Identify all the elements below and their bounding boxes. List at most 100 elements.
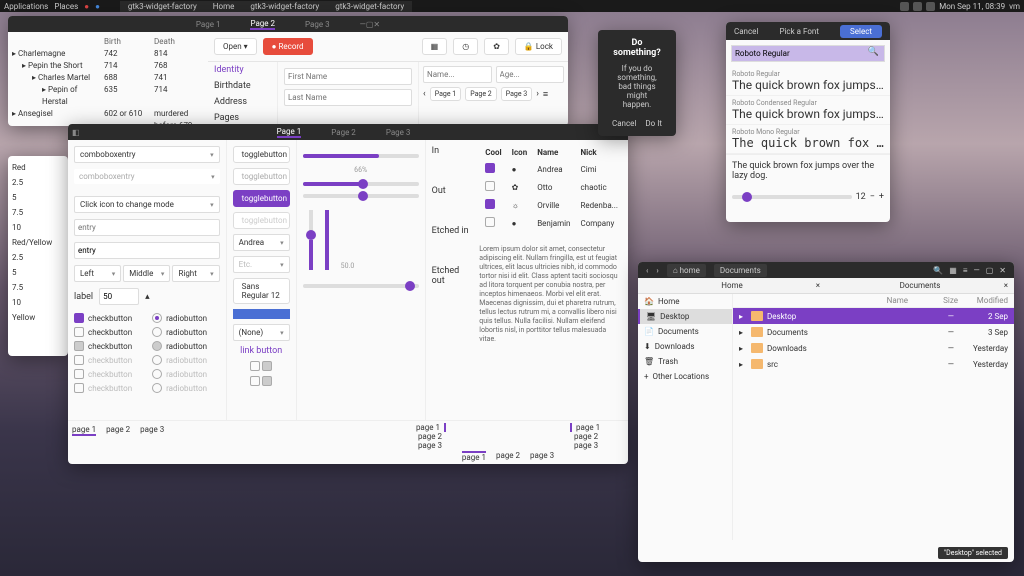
open-button[interactable]: Open ▾ — [214, 38, 257, 55]
menu-icon[interactable]: ≡ — [963, 266, 968, 275]
task-3[interactable]: gtk3-widget-factory — [327, 1, 412, 12]
pill-page2[interactable]: Page 2 — [465, 87, 497, 101]
tree-node[interactable]: ▸ Pepin the Short — [12, 60, 104, 72]
user-menu[interactable]: vm — [1009, 2, 1020, 11]
size-inc-icon[interactable]: + — [879, 192, 884, 202]
table-row[interactable]: ☼OrvilleRedenba... — [481, 197, 622, 213]
close-tab-icon[interactable]: × — [816, 281, 820, 290]
chev-left-icon[interactable]: ‹ — [423, 89, 426, 99]
tab-page2[interactable]: Page 2 — [250, 19, 275, 30]
scale-3[interactable] — [303, 284, 419, 288]
tree-node[interactable]: ▸ Pepin of Herstal — [12, 84, 104, 108]
tool-btn[interactable]: ✿ — [484, 38, 509, 55]
tab-p2[interactable]: page 2 — [570, 432, 626, 441]
table-row[interactable]: ●AndreaCimi — [481, 161, 622, 177]
fm-side-item[interactable]: +Other Locations — [638, 369, 732, 384]
checkbox[interactable] — [74, 313, 84, 323]
checkbox[interactable] — [74, 327, 84, 337]
lastname-input[interactable] — [284, 89, 412, 106]
detail-address[interactable]: Address — [208, 94, 277, 110]
switch[interactable] — [250, 361, 260, 371]
table-row[interactable]: ✿Ottochaotic — [481, 179, 622, 195]
menu-places[interactable]: Places — [54, 2, 78, 11]
size-dec-icon[interactable]: − — [870, 192, 875, 202]
expand-icon[interactable]: ▸ — [739, 360, 747, 369]
crumb-documents[interactable]: Documents — [714, 264, 767, 277]
spin-up-icon[interactable]: ▴ — [145, 292, 150, 302]
expand-icon[interactable]: ▸ — [739, 328, 747, 337]
menu-applications[interactable]: Applications — [4, 2, 48, 11]
fm-side-item[interactable]: 🏠Home — [638, 294, 732, 309]
table-row[interactable]: ●BenjaminCompany — [481, 215, 622, 231]
people-table[interactable]: CoolIconNameNick ●AndreaCimi✿Ottochaotic… — [479, 144, 624, 233]
align-right[interactable]: Right — [172, 265, 219, 282]
close-icon[interactable]: ✕ — [373, 20, 380, 29]
fwd-icon[interactable]: › — [656, 266, 658, 275]
link-button[interactable]: link button — [233, 346, 290, 356]
checkbox[interactable] — [74, 341, 84, 351]
mode-combo[interactable]: Click icon to change mode — [74, 196, 220, 213]
tab-p1[interactable]: page 1 — [72, 425, 96, 436]
tab-p2[interactable]: page 2 — [390, 432, 446, 441]
back-icon[interactable]: ‹ — [646, 266, 648, 275]
combo-1[interactable]: comboboxentry — [74, 146, 220, 163]
select-button[interactable]: Select — [840, 25, 882, 38]
fm-side-item[interactable]: 📄Documents — [638, 324, 732, 339]
fm-row[interactable]: ▸Documents—3 Sep — [733, 324, 1014, 340]
tab-p3[interactable]: page 3 — [570, 441, 626, 450]
radio[interactable] — [152, 327, 162, 337]
detail-identity[interactable]: Identity — [208, 62, 277, 78]
switch[interactable] — [250, 376, 260, 386]
fm-side-item[interactable]: ⬇Downloads — [638, 339, 732, 354]
tab-p2[interactable]: page 2 — [496, 451, 520, 462]
fm-row[interactable]: ▸Desktop—2 Sep — [733, 308, 1014, 324]
task-0[interactable]: gtk3-widget-factory — [120, 1, 205, 12]
expand-icon[interactable]: ▸ — [739, 312, 747, 321]
firstname-input[interactable] — [284, 68, 412, 85]
file-button[interactable]: (None) — [233, 324, 290, 341]
view-icon[interactable]: ▦ — [949, 266, 957, 275]
tab-page3[interactable]: Page 3 — [305, 20, 330, 29]
expand-icon[interactable]: ▸ — [739, 344, 747, 353]
font-button[interactable]: Sans Regular 12 — [233, 278, 290, 304]
cancel-button[interactable]: Cancel — [734, 27, 758, 36]
age-filter[interactable] — [496, 66, 565, 83]
radio[interactable] — [152, 313, 162, 323]
task-2[interactable]: gtk3-widget-factory — [242, 1, 327, 12]
toggle-button[interactable]: togglebutton — [233, 146, 290, 163]
font-search-input[interactable] — [731, 45, 885, 62]
cancel-button[interactable]: Cancel — [612, 119, 636, 128]
pill-page1[interactable]: Page 1 — [430, 87, 462, 101]
fm-tab-home[interactable]: Home× — [638, 278, 826, 293]
tab-page1[interactable]: Page 1 — [277, 127, 302, 138]
tab-page3[interactable]: Page 3 — [386, 128, 411, 137]
maximize-icon[interactable]: ▢ — [986, 266, 994, 275]
font-family-item[interactable]: Roboto Mono RegularThe quick brown fox j… — [726, 125, 890, 154]
tree-node[interactable]: ▸ Charlemagne — [12, 48, 104, 60]
tab-p3[interactable]: page 3 — [530, 451, 554, 462]
lock-button[interactable]: 🔒 Lock — [515, 38, 562, 55]
name-combo[interactable]: Andrea — [233, 234, 290, 251]
tool-btn[interactable]: ▦ — [422, 38, 448, 55]
tab-p1[interactable]: page 1 — [390, 423, 446, 432]
record-button[interactable]: ● Record — [263, 38, 313, 55]
scale-2[interactable] — [303, 194, 419, 198]
color-button[interactable] — [233, 309, 290, 319]
font-family-item[interactable]: Roboto Condensed RegularThe quick brown … — [726, 96, 890, 125]
clock[interactable]: Mon Sep 11, 08:39 — [939, 2, 1005, 11]
tab-p3[interactable]: page 3 — [140, 425, 164, 434]
app-menu-icon[interactable]: ◧ — [68, 128, 80, 137]
tray-icon[interactable] — [913, 2, 922, 11]
close-tab-icon[interactable]: × — [1004, 281, 1008, 290]
fm-row[interactable]: ▸Downloads—Yesterday — [733, 340, 1014, 356]
tab-page1[interactable]: Page 1 — [196, 20, 221, 29]
radio[interactable] — [152, 341, 162, 351]
font-family-item[interactable]: Roboto RegularThe quick brown fox jumps … — [726, 67, 890, 96]
tray-icon[interactable] — [900, 2, 909, 11]
name-filter[interactable] — [423, 66, 492, 83]
tab-p3[interactable]: page 3 — [390, 441, 446, 450]
entry-input[interactable] — [74, 242, 220, 259]
tab-p1[interactable]: page 1 — [462, 451, 486, 462]
tab-p1[interactable]: page 1 — [570, 423, 626, 432]
tray-icon[interactable] — [926, 2, 935, 11]
